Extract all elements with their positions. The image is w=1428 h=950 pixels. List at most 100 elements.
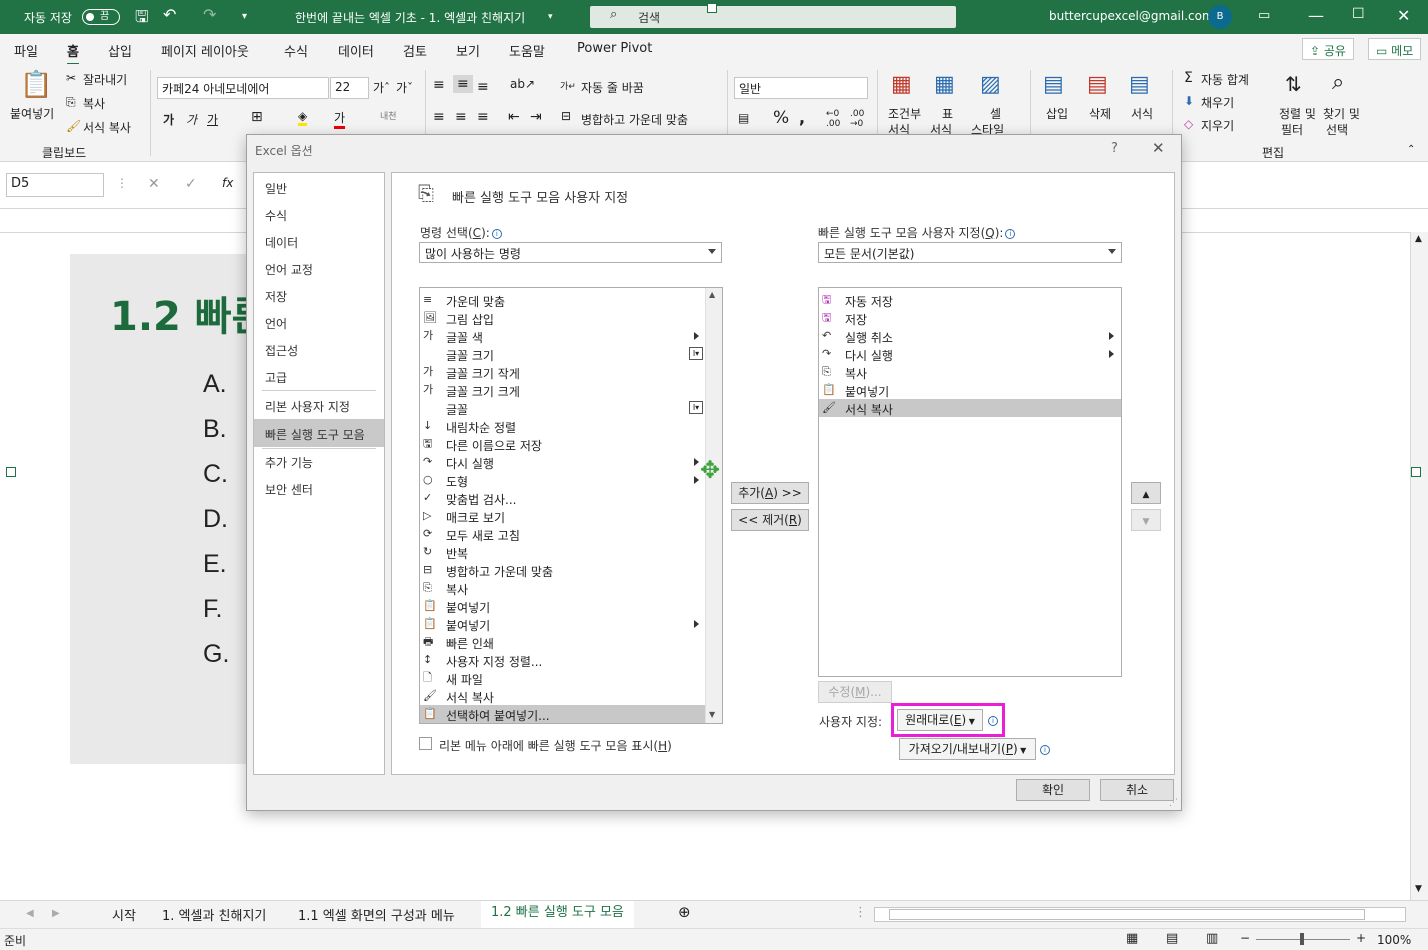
copy-icon[interactable]: ⎘	[66, 95, 76, 110]
nav-item-general[interactable]: 일반	[254, 174, 384, 200]
save-icon[interactable]: 🖫	[135, 6, 149, 33]
splitter-icon[interactable]: ⋮	[854, 905, 867, 920]
nav-item-accessibility[interactable]: 접근성	[254, 336, 384, 362]
accounting-icon[interactable]: ▤	[738, 111, 749, 125]
sort-filter-button-2[interactable]: 필터	[1281, 121, 1303, 138]
command-item[interactable]: ↕ 사용자 지정 정렬...	[420, 651, 706, 669]
format-painter-button[interactable]: 서식 복사	[83, 119, 131, 136]
horizontal-scroll-thumb[interactable]	[889, 909, 1365, 920]
command-item[interactable]: 🖌 서식 복사	[420, 687, 706, 705]
decimal-decrease-icon[interactable]: .00 →0	[850, 109, 864, 129]
qat-item[interactable]: 🖫 저장	[819, 309, 1121, 327]
cancel-button[interactable]: 취소	[1100, 779, 1174, 801]
ok-button[interactable]: 확인	[1016, 779, 1090, 801]
qat-item[interactable]: 🖌 서식 복사	[819, 399, 1121, 417]
nav-item-quick-access[interactable]: 빠른 실행 도구 모음	[254, 419, 384, 447]
autosave-toggle[interactable]: 끔	[82, 9, 120, 25]
insert-function-icon[interactable]: fx	[222, 176, 233, 190]
qat-item[interactable]: 🖫 자동 저장	[819, 291, 1121, 309]
command-item[interactable]: 가 글꼴 색	[420, 327, 706, 345]
close-window-icon[interactable]: ✕	[1397, 6, 1410, 25]
cut-button[interactable]: 잘라내기	[83, 71, 127, 88]
nav-item-proofing[interactable]: 언어 교정	[254, 255, 384, 281]
help-icon[interactable]: ?	[1111, 141, 1118, 156]
confirm-entry-icon[interactable]: ✓	[185, 176, 197, 192]
qat-item[interactable]: 📋 붙여넣기	[819, 381, 1121, 399]
share-button[interactable]: ⇪ 공유	[1302, 38, 1354, 60]
format-cells-button[interactable]: 서식	[1131, 105, 1153, 122]
font-grow-icon[interactable]: 가ˆ	[373, 79, 390, 96]
tab-file[interactable]: 파일	[14, 41, 38, 60]
indent-increase-icon[interactable]: ⇥	[530, 109, 542, 125]
nav-item-customize-ribbon[interactable]: 리본 사용자 지정	[254, 392, 384, 418]
comma-icon[interactable]: ,	[799, 108, 805, 127]
qat-customize-icon[interactable]: ▾	[242, 11, 247, 22]
autosum-button[interactable]: 자동 합계	[1201, 71, 1249, 88]
number-format-box[interactable]: 일반	[734, 77, 868, 99]
customize-qat-dropdown[interactable]: 모든 문서(기본값)	[818, 242, 1122, 263]
italic-icon[interactable]: 가	[186, 111, 197, 128]
resize-handle[interactable]	[707, 3, 717, 13]
scroll-up-icon[interactable]: ▲	[709, 290, 715, 299]
phonetic-icon[interactable]: 내천	[380, 109, 397, 122]
insert-cells-button[interactable]: 삽입	[1046, 105, 1068, 122]
qat-item[interactable]: ↶ 실행 취소	[819, 327, 1121, 345]
command-item[interactable]: ⊟ 병합하고 가운데 맞춤	[420, 561, 706, 579]
nav-item-trust-center[interactable]: 보안 센터	[254, 475, 384, 501]
fill-button[interactable]: 채우기	[1201, 94, 1234, 111]
vertical-scrollbar[interactable]: ▲ ▼	[1410, 232, 1428, 900]
wrap-text-button[interactable]: 자동 줄 바꿈	[581, 79, 644, 96]
command-item[interactable]: 🖼 그림 삽입	[420, 309, 706, 327]
horizontal-scrollbar[interactable]	[874, 907, 1406, 922]
scroll-down-icon[interactable]: ▼	[709, 710, 715, 719]
command-item[interactable]: ≡ 가운데 맞춤	[420, 291, 706, 309]
command-item[interactable]: 가 글꼴 크기 크게	[420, 381, 706, 399]
import-export-button[interactable]: 가져오기/내보내기(P) ▼	[899, 738, 1036, 760]
resize-handle[interactable]	[1411, 467, 1421, 477]
font-color-icon[interactable]: 가	[334, 109, 346, 129]
scroll-up-icon[interactable]: ▲	[1415, 234, 1422, 244]
fill-color-icon[interactable]: ◈	[298, 109, 308, 126]
zoom-slider-thumb[interactable]	[1300, 933, 1304, 945]
tab-view[interactable]: 보기	[456, 41, 480, 60]
move-down-button[interactable]: ▼	[1131, 509, 1161, 531]
tab-home[interactable]: 홈	[67, 41, 79, 66]
command-item[interactable]: ○ 도형	[420, 471, 706, 489]
bold-icon[interactable]: 가	[163, 111, 174, 128]
choose-commands-dropdown[interactable]: 많이 사용하는 명령	[419, 242, 722, 263]
font-shrink-icon[interactable]: 가ˇ	[396, 79, 413, 96]
zoom-out-icon[interactable]: −	[1240, 931, 1250, 945]
align-left-icon[interactable]: ≡	[433, 109, 445, 125]
merge-center-button[interactable]: 병합하고 가운데 맞춤	[581, 111, 688, 128]
cell-style-button[interactable]: 셀	[990, 105, 1001, 122]
paste-button[interactable]: 붙여넣기	[10, 105, 54, 122]
border-icon[interactable]: ⊞	[251, 109, 263, 125]
copy-button[interactable]: 복사	[83, 95, 105, 112]
command-item[interactable]: 📋 붙여넣기	[420, 597, 706, 615]
command-item[interactable]: ↓ 내림차순 정렬	[420, 417, 706, 435]
tab-insert[interactable]: 삽입	[108, 41, 132, 60]
page-layout-view-icon[interactable]: ▤	[1166, 931, 1178, 946]
align-middle-icon[interactable]: ≡	[453, 75, 473, 93]
delete-cells-button[interactable]: 삭제	[1089, 105, 1111, 122]
sheet-tab[interactable]: 시작	[112, 905, 136, 924]
commands-list[interactable]: ≡ 가운데 맞춤 🖼 그림 삽입 가 글꼴 색 글꼴 크기 I▾ 가 글꼴 크기 작게 가 글꼴 크기…	[419, 287, 723, 724]
clear-button[interactable]: 지우기	[1201, 117, 1234, 134]
command-item[interactable]: ↷ 다시 실행	[420, 453, 706, 471]
underline-icon[interactable]: 가	[207, 111, 218, 128]
search-box[interactable]: ⌕ 검색	[590, 6, 956, 28]
command-item[interactable]: 🖫 다른 이름으로 저장	[420, 435, 706, 453]
command-item[interactable]: 글꼴 I▾	[420, 399, 706, 417]
command-item[interactable]: 🗋 새 파일	[420, 669, 706, 687]
command-item[interactable]: ⎘ 복사	[420, 579, 706, 597]
nav-item-save[interactable]: 저장	[254, 282, 384, 308]
cancel-entry-icon[interactable]: ✕	[148, 176, 160, 192]
tab-power-pivot[interactable]: Power Pivot	[577, 41, 652, 56]
qat-items-list[interactable]: 🖫 자동 저장 🖫 저장 ↶ 실행 취소 ↷ 다시 실행 ⎘ 복사 📋 붙여넣기 🖌 서식 복사	[818, 287, 1122, 677]
command-item[interactable]: ↻ 반복	[420, 543, 706, 561]
sheet-tab[interactable]: 1.1 엑셀 화면의 구성과 메뉴	[298, 905, 455, 924]
command-item[interactable]: 가 글꼴 크기 작게	[420, 363, 706, 381]
align-right-icon[interactable]: ≡	[477, 109, 489, 125]
nav-item-data[interactable]: 데이터	[254, 228, 384, 254]
nav-item-formulas[interactable]: 수식	[254, 201, 384, 227]
